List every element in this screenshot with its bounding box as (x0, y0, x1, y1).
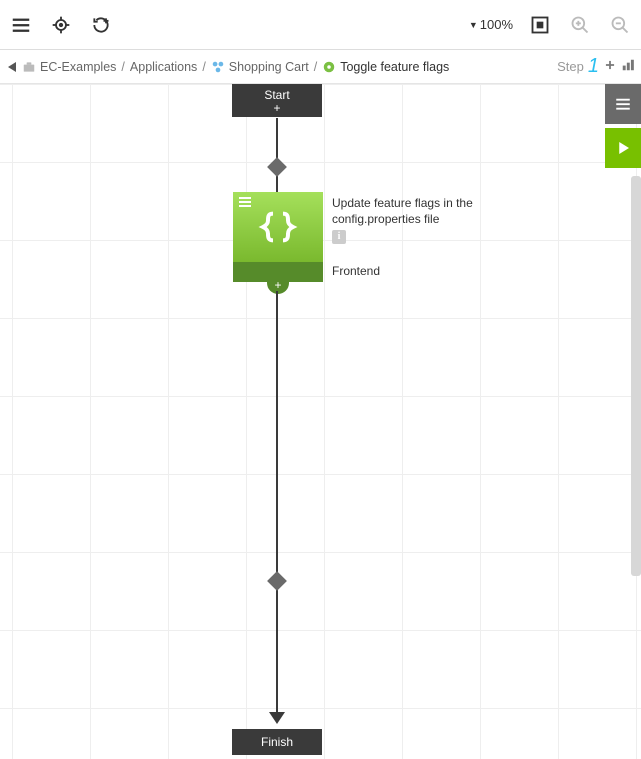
zoom-in-icon[interactable] (567, 12, 593, 38)
grid-background (0, 84, 641, 759)
process-menu-icon[interactable] (239, 197, 253, 209)
canvas[interactable]: Start + + Update feature flags in the co… (0, 84, 641, 759)
breadcrumb-applications[interactable]: Applications (130, 60, 197, 74)
target-icon[interactable] (48, 12, 74, 38)
refresh-add-icon[interactable] (88, 12, 114, 38)
top-toolbar: ▼ 100% (0, 0, 641, 50)
process-component: Frontend (332, 264, 380, 278)
start-label: Start (232, 88, 322, 102)
side-panels (605, 84, 641, 168)
zoom-value: 100% (480, 17, 513, 32)
process-footer[interactable]: + (233, 262, 323, 282)
side-menu-button[interactable] (605, 84, 641, 124)
caret-down-icon: ▼ (469, 20, 478, 30)
briefcase-icon (22, 60, 36, 74)
connector (276, 118, 278, 193)
process-icon (322, 60, 336, 74)
breadcrumb-sep: / (121, 60, 124, 74)
add-below-handle[interactable]: + (267, 103, 287, 117)
fit-screen-icon[interactable] (527, 12, 553, 38)
connector (276, 291, 278, 716)
chart-icon[interactable] (621, 58, 635, 75)
arrowhead-icon (269, 712, 285, 724)
breadcrumb: EC-Examples / Applications / Shopping Ca… (6, 60, 449, 74)
step-indicator: Step 1 (557, 55, 635, 78)
app-icon (211, 60, 225, 74)
start-node[interactable]: Start + (232, 84, 322, 117)
process-title: Update feature flags in the config.prope… (332, 196, 512, 227)
run-button[interactable] (605, 128, 641, 168)
breadcrumb-sep: / (314, 60, 317, 74)
finish-node[interactable]: Finish (232, 729, 322, 755)
breadcrumb-app[interactable]: Shopping Cart (229, 60, 309, 74)
breadcrumb-sep: / (202, 60, 205, 74)
menu-icon[interactable] (8, 12, 34, 38)
add-step-icon[interactable] (603, 58, 617, 75)
scrollbar[interactable] (631, 176, 641, 576)
process-node[interactable]: + (233, 192, 323, 282)
breadcrumb-project[interactable]: EC-Examples (40, 60, 116, 74)
toolbar-left (8, 12, 114, 38)
zoom-out-icon[interactable] (607, 12, 633, 38)
braces-icon (258, 207, 298, 247)
process-main[interactable] (233, 192, 323, 262)
toolbar-right: ▼ 100% (469, 12, 633, 38)
step-label: Step (557, 59, 584, 74)
zoom-dropdown[interactable]: ▼ 100% (469, 17, 513, 32)
back-icon[interactable] (6, 60, 18, 74)
finish-label: Finish (232, 735, 322, 749)
step-number: 1 (588, 55, 599, 78)
breadcrumb-bar: EC-Examples / Applications / Shopping Ca… (0, 50, 641, 84)
info-icon[interactable]: i (332, 230, 346, 244)
breadcrumb-current: Toggle feature flags (340, 60, 449, 74)
